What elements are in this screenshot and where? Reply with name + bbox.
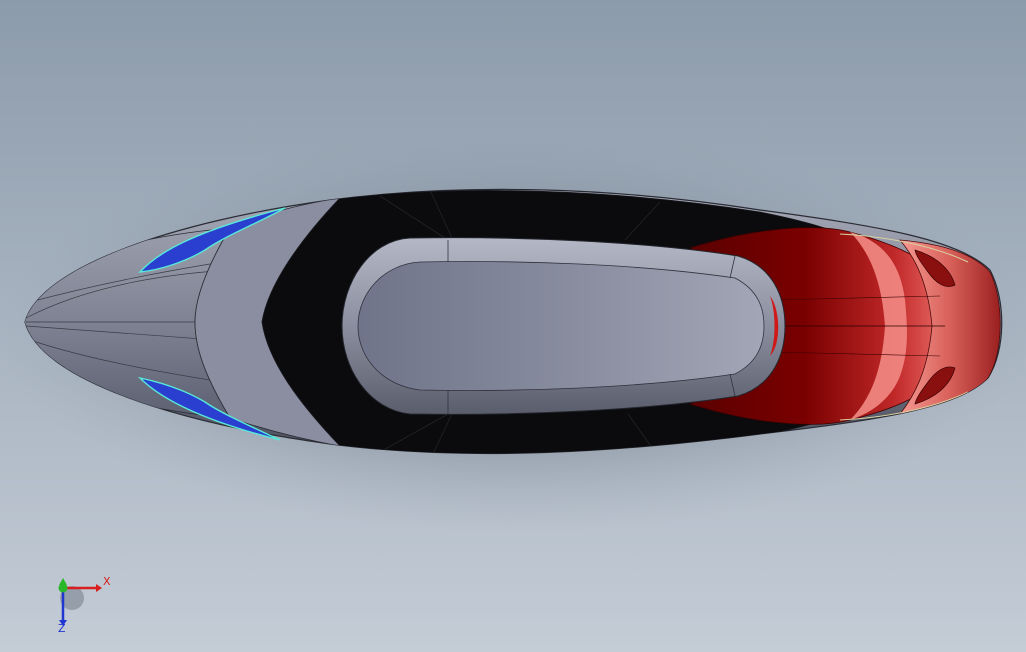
model-view-canvas[interactable] [0, 0, 1026, 652]
x-axis-arrowhead [96, 584, 102, 592]
x-axis-label: X [103, 575, 111, 588]
orientation-triad[interactable]: X Z [44, 570, 124, 640]
graphics-viewport[interactable]: X Z [0, 0, 1026, 652]
heel-pad-top-surface[interactable] [357, 261, 765, 391]
triad-graphic [58, 578, 102, 626]
y-axis-arrowhead [59, 578, 67, 585]
z-axis-label: Z [58, 622, 66, 635]
